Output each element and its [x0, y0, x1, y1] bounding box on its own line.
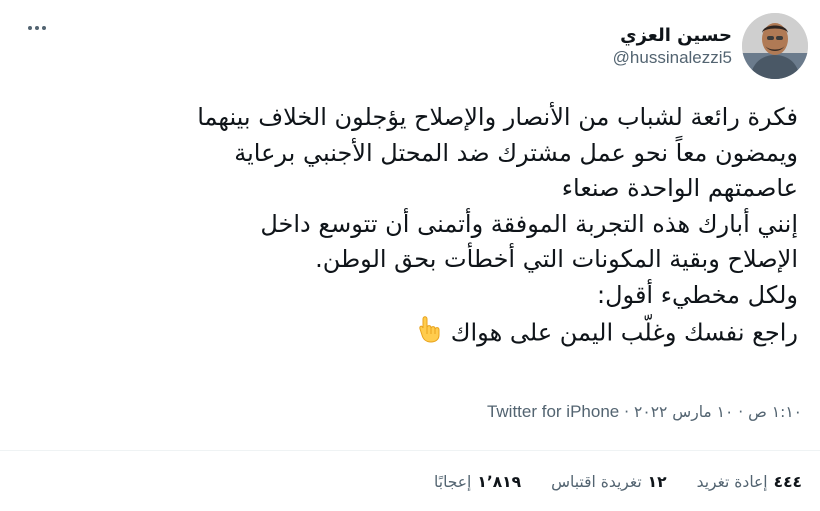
- tweet-line: إنني أبارك هذه التجربة الموفقة وأتمنى أن…: [260, 209, 798, 238]
- pointing-hand-emoji: [417, 313, 445, 354]
- tweet-line: عاصمتهم الواحدة صنعاء: [561, 174, 798, 202]
- tweet-line: الإصلاح وبقية المكونات التي أخطأت بحق ال…: [315, 245, 798, 273]
- tweet-line: ويمضون معاً نحو عمل مشترك ضد المحتل الأج…: [234, 138, 798, 167]
- tweet-line: ولكل مخطيء أقول:: [597, 280, 798, 309]
- tweet-source[interactable]: Twitter for iPhone: [487, 402, 619, 421]
- engagement-stats: ٤٤٤ إعادة تغريد ١٢ تغريدة اقتباس ١٬٨١٩ إ…: [434, 473, 802, 491]
- author-display-name[interactable]: حسين العزي: [613, 25, 732, 46]
- tweet-line: فكرة رائعة لشباب من الأنصار والإصلاح يؤج…: [197, 103, 798, 131]
- quote-tweets-stat[interactable]: ١٢ تغريدة اقتباس: [551, 473, 666, 491]
- tweet-author: حسين العزي @hussinalezzi5: [613, 10, 808, 82]
- tweet-text: فكرة رائعة لشباب من الأنصار والإصلاح يؤج…: [78, 100, 798, 354]
- divider: [0, 450, 820, 451]
- tweet-meta: ١:١٠ ص · ١٠ مارس ٢٠٢٢ · Twitter for iPho…: [486, 402, 802, 421]
- author-handle[interactable]: @hussinalezzi5: [613, 48, 732, 68]
- tweet-line-last: راجع نفسك وغلّب اليمن على هواك: [78, 313, 798, 354]
- retweets-stat[interactable]: ٤٤٤ إعادة تغريد: [697, 473, 802, 491]
- more-options-button[interactable]: [22, 18, 52, 38]
- tweet-timestamp[interactable]: ١:١٠ ص · ١٠ مارس ٢٠٢٢: [634, 403, 802, 421]
- avatar[interactable]: [742, 13, 808, 79]
- more-options-icon: [28, 26, 32, 30]
- likes-stat[interactable]: ١٬٨١٩ إعجابًا: [434, 473, 521, 491]
